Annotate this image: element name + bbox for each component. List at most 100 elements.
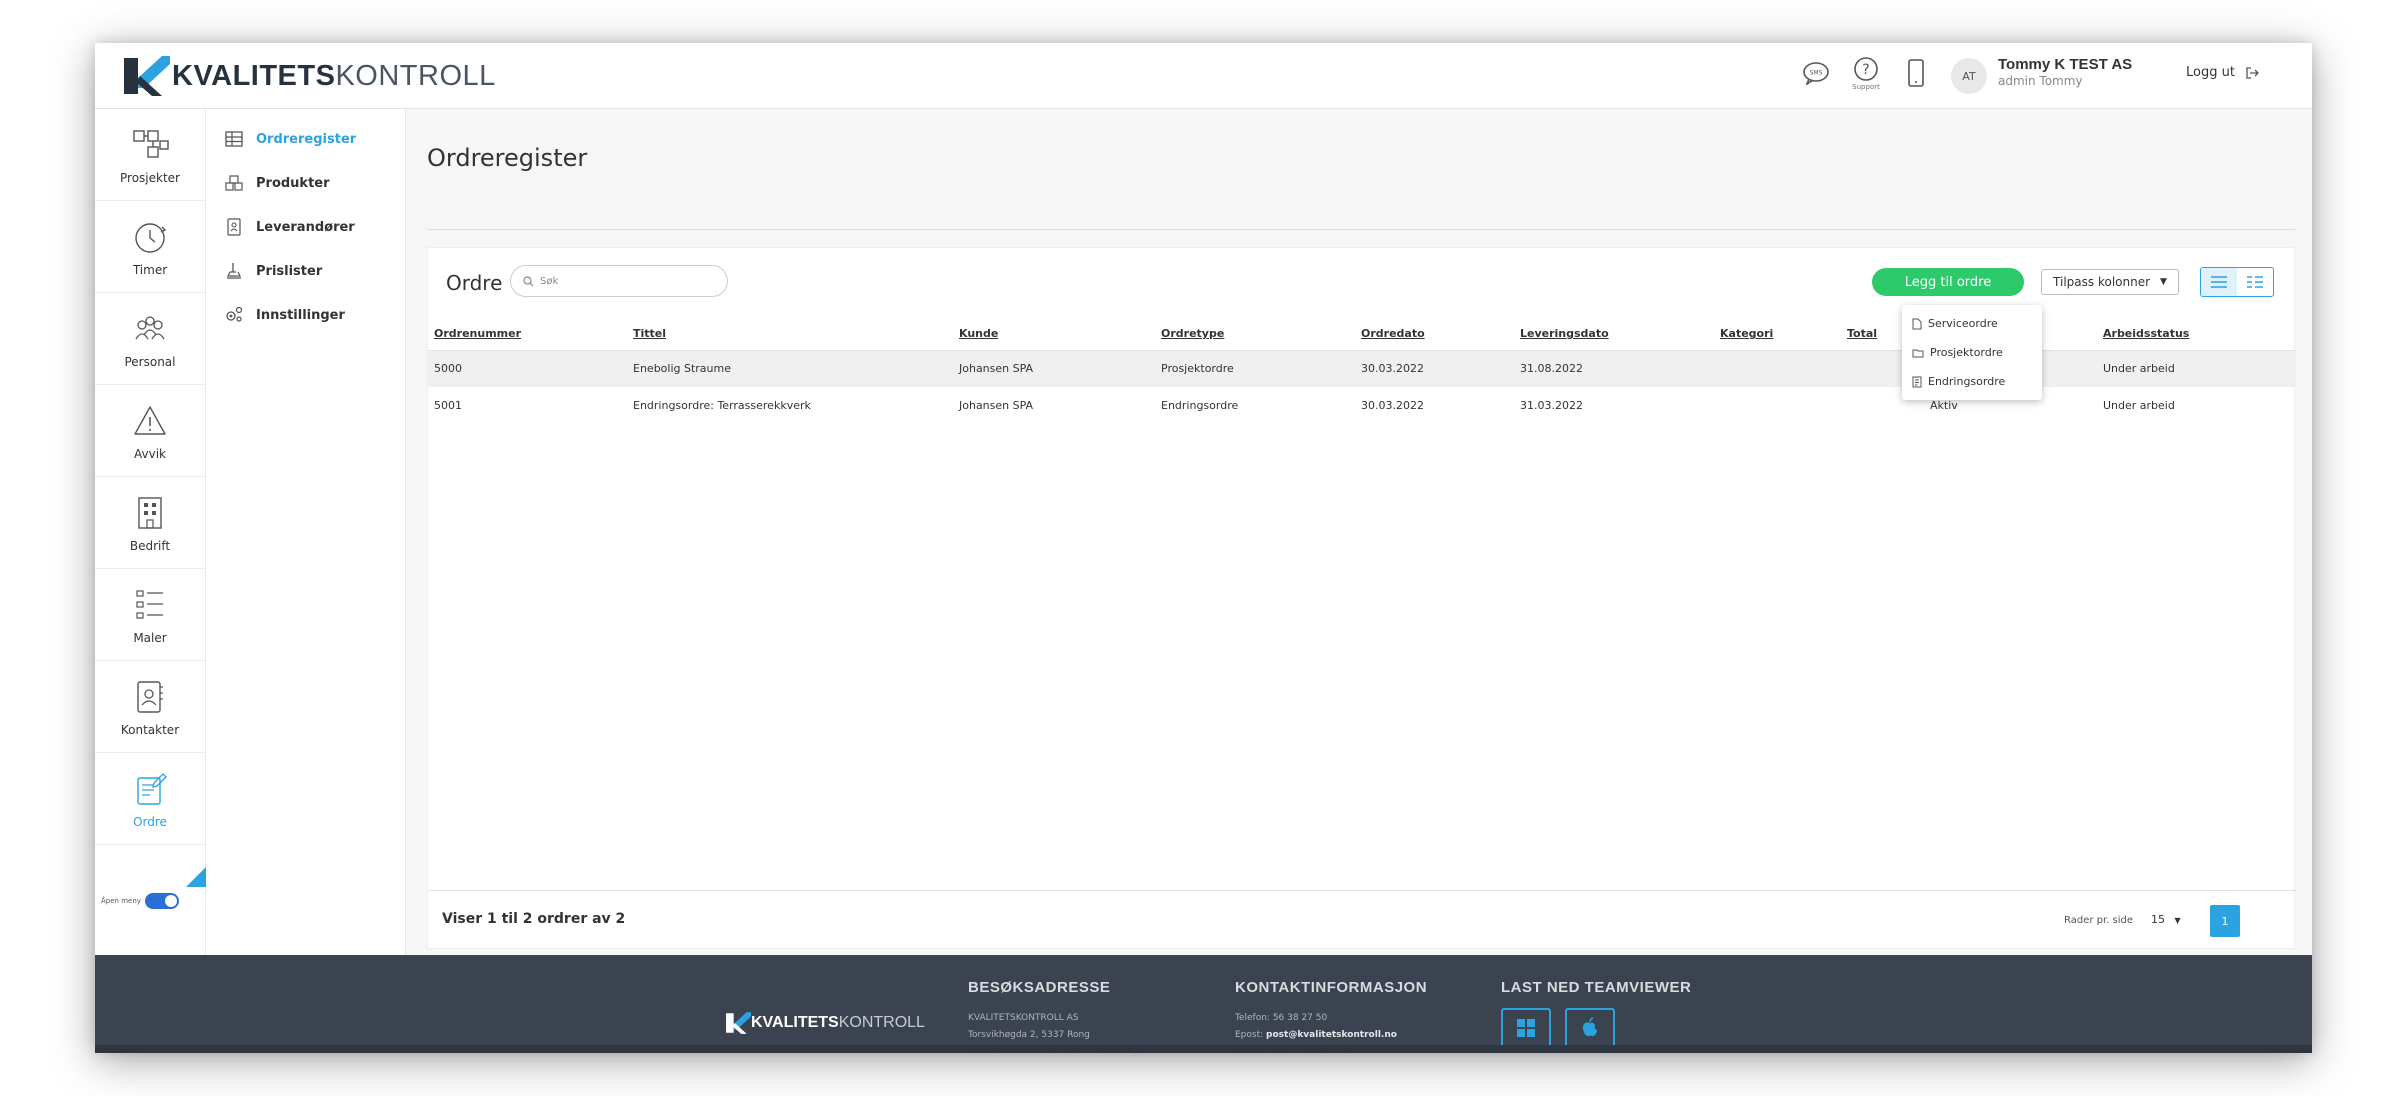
logout-label: Logg ut xyxy=(2186,65,2235,80)
col-arbeidsstatus[interactable]: Arbeidsstatus xyxy=(2097,318,2296,351)
nav-prosjekter[interactable]: Prosjekter xyxy=(95,109,205,201)
windows-download-button[interactable] xyxy=(1501,1008,1551,1048)
warning-icon xyxy=(134,405,166,435)
footer-visit-line: Torsvikhøgda 2, 5337 Rong xyxy=(968,1030,1090,1040)
footer-visit-line: KVALITETSKONTROLL AS xyxy=(968,1013,1079,1023)
submenu-produkter[interactable]: Produkter xyxy=(206,161,405,205)
people-icon xyxy=(135,315,165,339)
cell-leveringsdato: 31.08.2022 xyxy=(1514,350,1714,387)
page-button[interactable]: 1 xyxy=(2210,905,2240,937)
main-nav-rail: Prosjekter Timer Personal Avvik Bedrift … xyxy=(95,109,206,955)
orders-card: Ordre Søk Legg til ordre Tilpass kolonne… xyxy=(427,247,2296,950)
view-toggle xyxy=(2200,267,2274,297)
sms-icon[interactable]: SMS xyxy=(1801,55,1831,91)
nav-label: Maler xyxy=(133,630,167,645)
building-icon xyxy=(138,496,162,529)
cell-kategori xyxy=(1714,387,1841,424)
table-icon xyxy=(225,131,243,147)
footer-logo-k-icon xyxy=(726,1012,751,1034)
submenu-label: Leverandører xyxy=(256,219,355,235)
search-icon xyxy=(523,275,534,286)
nav-bedrift[interactable]: Bedrift xyxy=(95,477,205,569)
submenu-label: Prislister xyxy=(256,263,323,279)
avatar[interactable]: AT xyxy=(1951,58,1987,94)
col-ordrenummer[interactable]: Ordrenummer xyxy=(428,318,627,351)
toggle-switch[interactable] xyxy=(144,893,179,909)
col-ordredato[interactable]: Ordredato xyxy=(1355,318,1514,351)
nav-label: Personal xyxy=(124,354,176,369)
page-title: Ordreregister xyxy=(427,144,588,172)
nav-label: Prosjekter xyxy=(120,170,180,185)
nav-ordre[interactable]: Ordre xyxy=(95,753,205,845)
col-ordretype[interactable]: Ordretype xyxy=(1155,318,1355,351)
main-content: Ordreregister Ordre Søk Legg til ordre T… xyxy=(406,109,2312,955)
nav-avvik[interactable]: Avvik xyxy=(95,385,205,477)
rows-per-page-select[interactable]: 15 ▼ xyxy=(2151,913,2181,926)
customize-columns-button[interactable]: Tilpass kolonner ▼ xyxy=(2041,269,2179,295)
submenu-label: Ordreregister xyxy=(256,131,357,147)
user-info[interactable]: Tommy K TEST AS admin Tommy xyxy=(1998,56,2132,88)
contacts-icon xyxy=(137,680,163,713)
cell-arbeidsstatus: Under arbeid xyxy=(2103,399,2175,412)
detail-view-button[interactable] xyxy=(2237,268,2273,296)
nav-label: Ordre xyxy=(133,814,167,829)
nav-label: Kontakter xyxy=(120,722,180,737)
footer-email-link[interactable]: post@kvalitetskontroll.no xyxy=(1266,1030,1397,1040)
caret-down-icon: ▼ xyxy=(2174,916,2181,925)
submenu-label: Produkter xyxy=(256,175,330,191)
dropdown-item-endringsordre[interactable]: Endringsordre xyxy=(1902,367,2042,396)
mac-download-button[interactable] xyxy=(1565,1008,1615,1048)
col-tittel[interactable]: Tittel xyxy=(627,318,953,351)
cell-ordrenummer: 5000 xyxy=(428,350,627,387)
apple-icon xyxy=(1582,1017,1597,1037)
support-icon[interactable]: ? Support xyxy=(1851,55,1881,91)
detail-list-icon xyxy=(2247,276,2263,288)
rows-per-page-label: Rader pr. side xyxy=(2064,915,2134,926)
rows-per-page-value: 15 xyxy=(2151,913,2165,926)
nav-personal[interactable]: Personal xyxy=(95,293,205,385)
list-view-button[interactable] xyxy=(2201,268,2237,296)
settings-icon xyxy=(226,306,243,322)
cell-ordrenummer: 5001 xyxy=(434,399,462,412)
cell-tittel: Endringsordre: Terrasserekkverk xyxy=(633,399,811,412)
submenu-leverandorer[interactable]: Leverandører xyxy=(206,205,405,249)
footer-visit-title: BESØKSADRESSE xyxy=(968,979,1111,996)
projects-icon xyxy=(133,129,169,158)
nav-label: Bedrift xyxy=(129,538,171,553)
nav-maler[interactable]: Maler xyxy=(95,569,205,661)
col-leveringsdato[interactable]: Leveringsdato xyxy=(1514,318,1714,351)
user-name: Tommy K TEST AS xyxy=(1998,56,2133,73)
submenu-innstillinger[interactable]: Innstillinger xyxy=(206,293,405,337)
add-order-button[interactable]: Legg til ordre xyxy=(1872,268,2024,296)
brand-logo[interactable]: KVALITETSKONTROLL xyxy=(122,50,496,102)
footer-bottom-bar xyxy=(95,1045,2312,1053)
site-footer: KVALITETSKONTROLL BESØKSADRESSE KVALITET… xyxy=(95,955,2312,1057)
table-footer: Viser 1 til 2 ordrer av 2 Rader pr. side… xyxy=(428,890,2296,950)
submenu-ordreregister[interactable]: Ordreregister xyxy=(206,117,405,161)
logout-icon xyxy=(2246,66,2259,79)
boxes-icon xyxy=(225,175,243,191)
footer-contact-title: KONTAKTINFORMASJON xyxy=(1235,979,1428,996)
search-input[interactable]: Søk xyxy=(510,265,728,297)
mobile-icon[interactable] xyxy=(1901,55,1931,91)
open-menu-toggle[interactable]: Åpen meny xyxy=(101,893,179,909)
dropdown-item-serviceordre[interactable]: Serviceordre xyxy=(1902,309,2042,338)
cell-kategori xyxy=(1714,350,1841,387)
template-icon xyxy=(136,589,163,619)
user-role: admin Tommy xyxy=(1998,74,2083,88)
document-icon xyxy=(1912,318,1922,329)
dropdown-item-prosjektordre[interactable]: Prosjektordre xyxy=(1902,338,2042,367)
nav-kontakter[interactable]: Kontakter xyxy=(95,661,205,753)
clock-icon xyxy=(135,222,167,253)
title-divider xyxy=(427,229,2295,230)
dropdown-label: Serviceordre xyxy=(1928,317,1998,330)
pricelist-icon xyxy=(227,263,241,279)
submenu-prislister[interactable]: Prislister xyxy=(206,249,405,293)
col-kategori[interactable]: Kategori xyxy=(1714,318,1841,351)
col-kunde[interactable]: Kunde xyxy=(953,318,1155,351)
logout-button[interactable]: Logg ut xyxy=(2186,65,2259,80)
svg-text:SMS: SMS xyxy=(1810,70,1823,77)
cell-ordretype: Prosjektordre xyxy=(1155,350,1355,387)
nav-timer[interactable]: Timer xyxy=(95,201,205,293)
support-label: Support xyxy=(1852,82,1880,91)
